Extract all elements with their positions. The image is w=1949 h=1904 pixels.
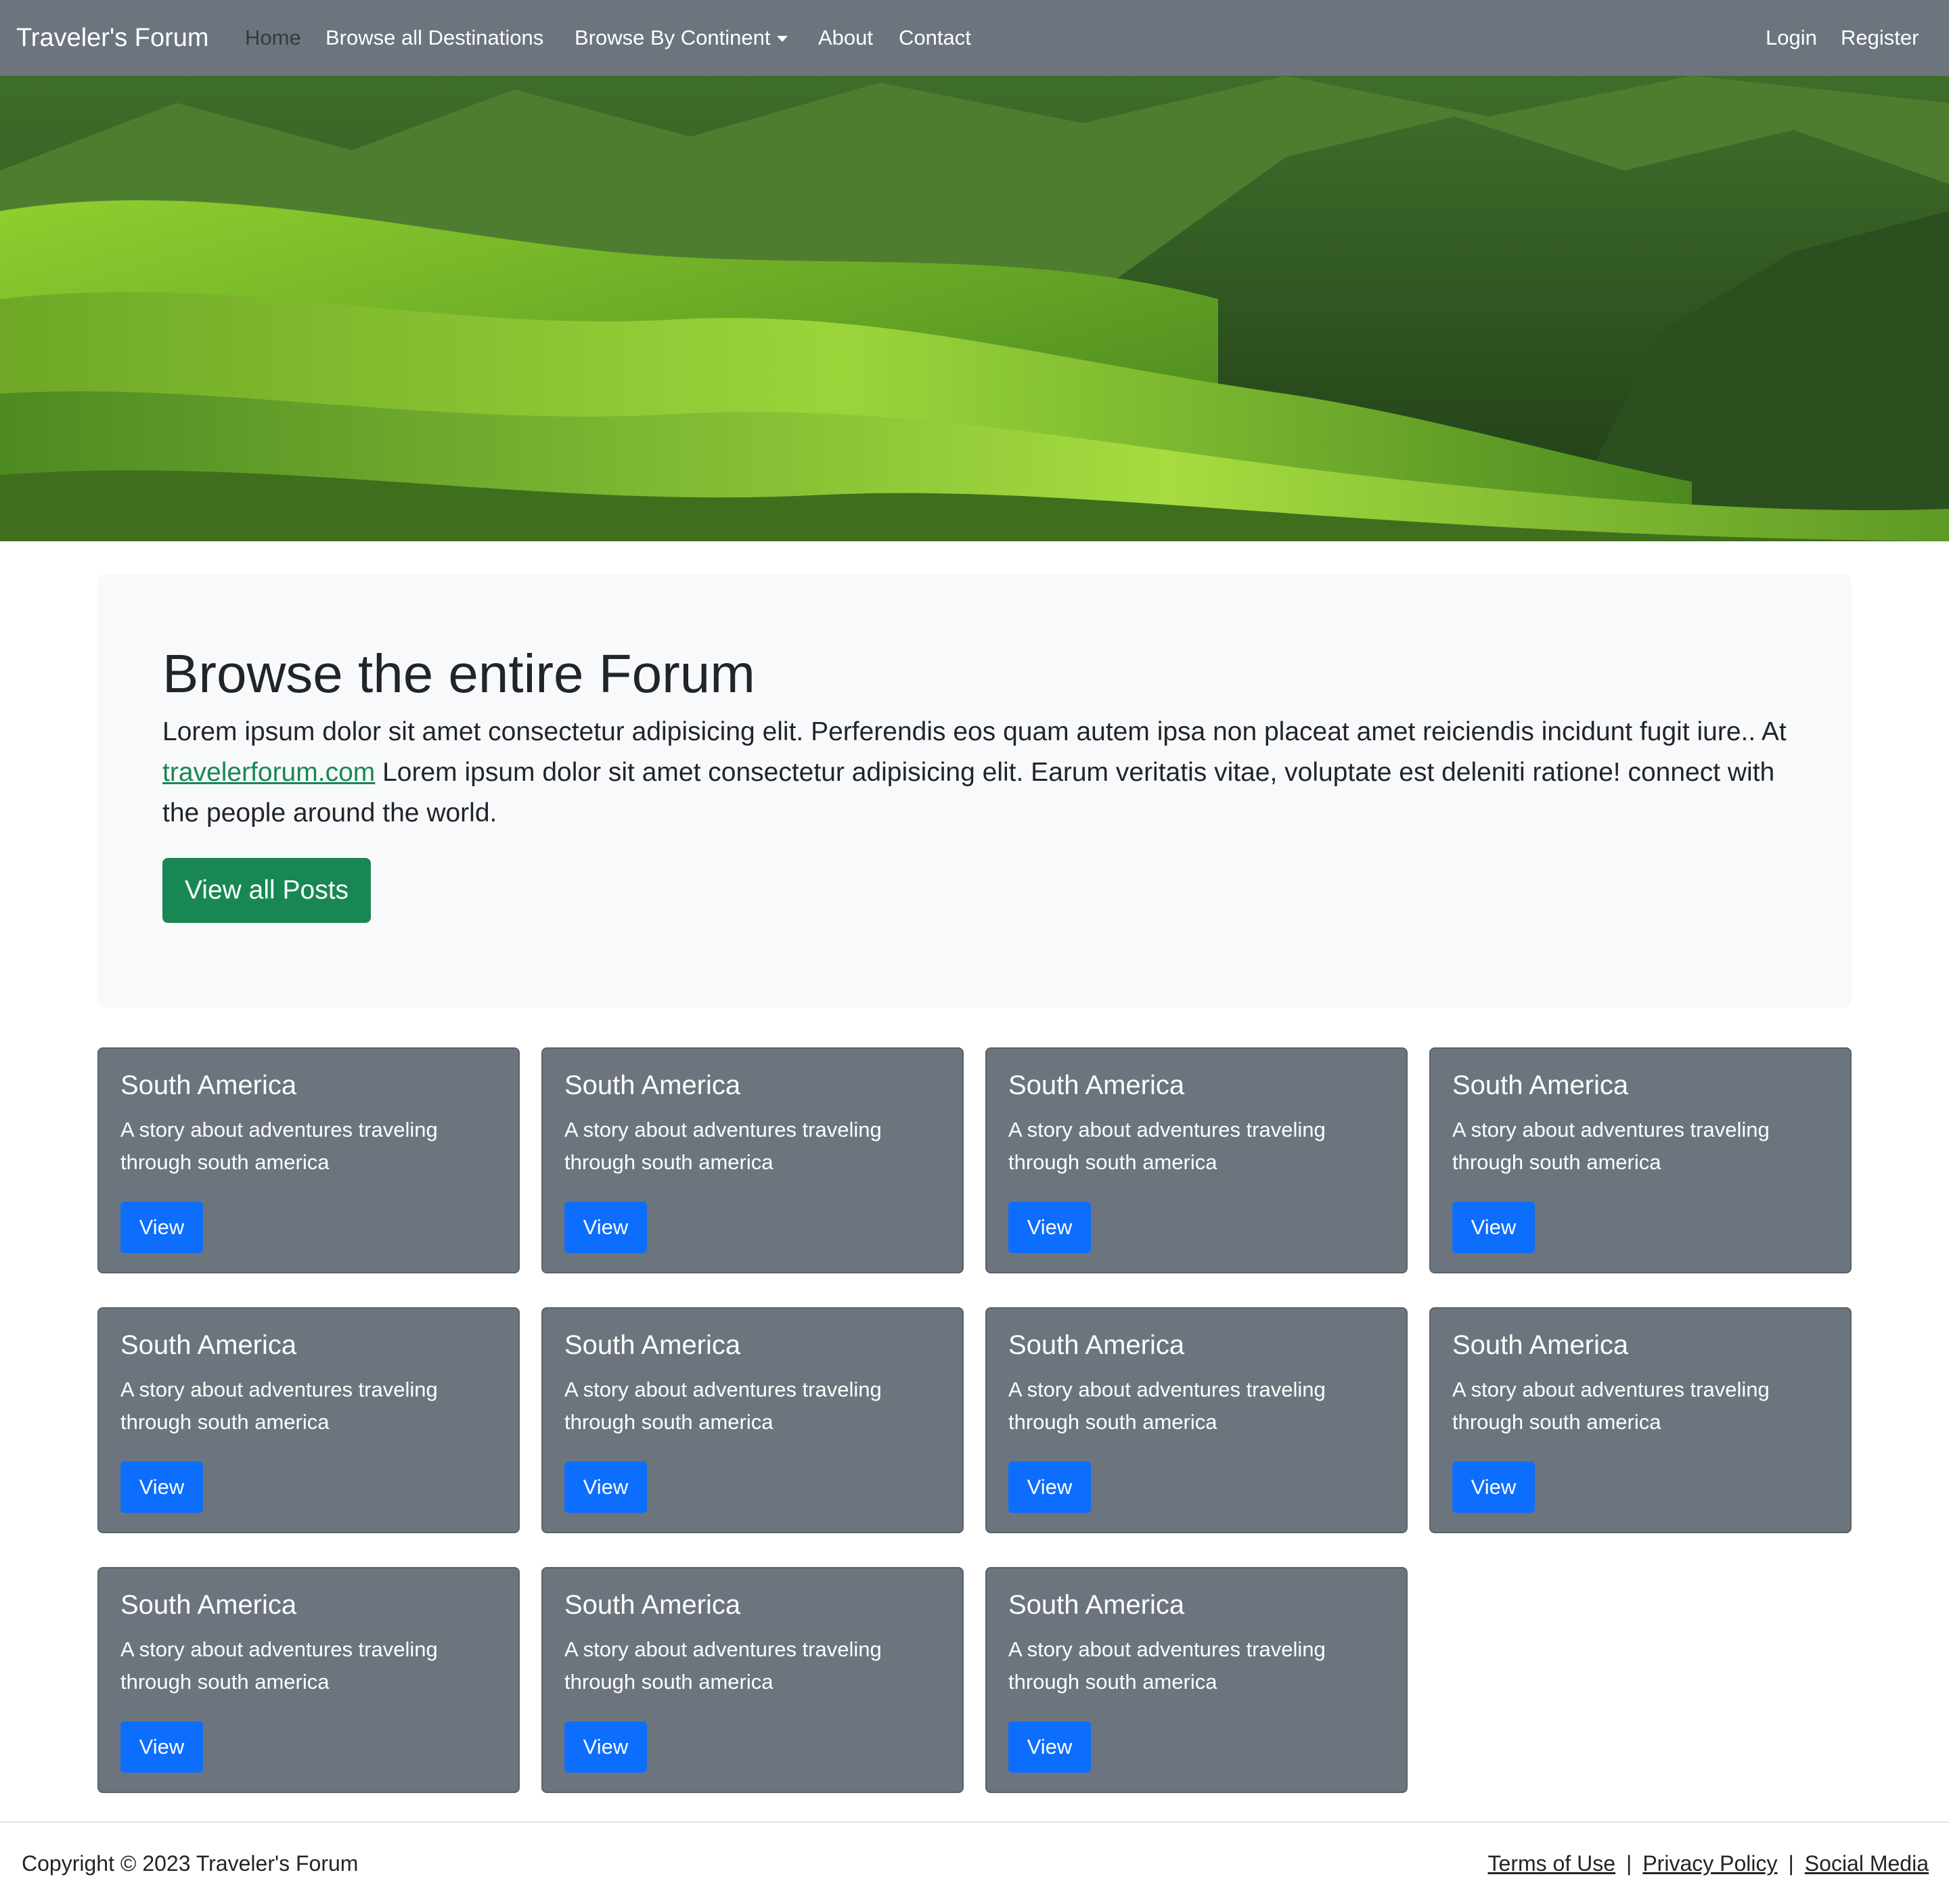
nav-contact[interactable]: Contact xyxy=(899,23,971,53)
card-text: A story about adventures traveling throu… xyxy=(120,1637,438,1694)
card-view-button[interactable]: View xyxy=(120,1202,203,1253)
card-text: A story about adventures traveling throu… xyxy=(1452,1118,1770,1174)
card-text: A story about adventures traveling throu… xyxy=(564,1118,882,1174)
card-title: South America xyxy=(564,1070,741,1100)
nav-login[interactable]: Login xyxy=(1766,23,1817,53)
terms-of-use-link[interactable]: Terms of Use xyxy=(1488,1851,1615,1876)
jumbotron-title: Browse the entire Forum xyxy=(162,643,755,704)
destination-card: South America A story about adventures t… xyxy=(97,1567,520,1793)
card-title: South America xyxy=(1008,1330,1185,1360)
jumbotron-text-intro: Lorem ipsum dolor sit amet consectetur a… xyxy=(162,717,1787,746)
social-media-link[interactable]: Social Media xyxy=(1805,1851,1929,1876)
footer-separator: | xyxy=(1788,1851,1794,1876)
nav-home[interactable]: Home xyxy=(245,23,301,53)
nav-browse-by-continent[interactable]: Browse By Continent xyxy=(575,23,788,53)
destination-card: South America A story about adventures t… xyxy=(1429,1307,1852,1533)
card-view-button[interactable]: View xyxy=(120,1721,203,1773)
card-text: A story about adventures traveling throu… xyxy=(564,1378,882,1434)
jumbotron: Browse the entire Forum Lorem ipsum dolo… xyxy=(97,574,1852,1008)
card-view-button[interactable]: View xyxy=(120,1461,203,1513)
nav-browse-by-continent-label: Browse By Continent xyxy=(575,26,771,49)
card-text: A story about adventures traveling throu… xyxy=(1008,1378,1326,1434)
jumbotron-text: Lorem ipsum dolor sit amet consectetur a… xyxy=(162,712,1793,834)
destination-card: South America A story about adventures t… xyxy=(541,1307,964,1533)
destination-card: South America A story about adventures t… xyxy=(541,1047,964,1273)
destination-card: South America A story about adventures t… xyxy=(985,1047,1408,1273)
footer-links: Terms of Use | Privacy Policy | Social Media xyxy=(1488,1849,1929,1878)
card-text: A story about adventures traveling throu… xyxy=(1452,1378,1770,1434)
card-title: South America xyxy=(1452,1330,1629,1360)
destination-card: South America A story about adventures t… xyxy=(97,1307,520,1533)
card-view-button[interactable]: View xyxy=(1008,1721,1091,1773)
destination-card: South America A story about adventures t… xyxy=(985,1567,1408,1793)
view-all-posts-button[interactable]: View all Posts xyxy=(162,858,371,923)
destination-card: South America A story about adventures t… xyxy=(985,1307,1408,1533)
card-title: South America xyxy=(120,1070,297,1100)
card-view-button[interactable]: View xyxy=(1452,1461,1535,1513)
footer: Copyright © 2023 Traveler's Forum Terms … xyxy=(0,1821,1949,1904)
chevron-down-icon xyxy=(777,36,788,43)
destination-card: South America A story about adventures t… xyxy=(97,1047,520,1273)
jumbotron-text-outro: Lorem ipsum dolor sit amet consectetur a… xyxy=(162,758,1775,828)
card-view-button[interactable]: View xyxy=(1452,1202,1535,1253)
card-text: A story about adventures traveling throu… xyxy=(120,1118,438,1174)
brand-link[interactable]: Traveler's Forum xyxy=(16,20,209,55)
card-view-button[interactable]: View xyxy=(564,1461,647,1513)
hero-image xyxy=(0,76,1949,541)
card-view-button[interactable]: View xyxy=(1008,1461,1091,1513)
card-title: South America xyxy=(564,1590,741,1620)
nav-browse-destinations[interactable]: Browse all Destinations xyxy=(326,23,543,53)
card-title: South America xyxy=(1452,1070,1629,1100)
card-view-button[interactable]: View xyxy=(1008,1202,1091,1253)
card-title: South America xyxy=(120,1330,297,1360)
privacy-policy-link[interactable]: Privacy Policy xyxy=(1642,1851,1777,1876)
card-text: A story about adventures traveling throu… xyxy=(1008,1118,1326,1174)
card-text: A story about adventures traveling throu… xyxy=(564,1637,882,1694)
nav-about[interactable]: About xyxy=(818,23,873,53)
card-title: South America xyxy=(1008,1590,1185,1620)
nav-register[interactable]: Register xyxy=(1841,23,1919,53)
destination-card: South America A story about adventures t… xyxy=(541,1567,964,1793)
card-text: A story about adventures traveling throu… xyxy=(1008,1637,1326,1694)
card-title: South America xyxy=(120,1590,297,1620)
navbar: Traveler's Forum Home Browse all Destina… xyxy=(0,0,1949,76)
travelerforum-link[interactable]: travelerforum.com xyxy=(162,758,375,787)
card-title: South America xyxy=(1008,1070,1185,1100)
card-view-button[interactable]: View xyxy=(564,1721,647,1773)
destination-card: South America A story about adventures t… xyxy=(1429,1047,1852,1273)
footer-separator: | xyxy=(1626,1851,1632,1876)
hills-landscape-image xyxy=(0,76,1949,541)
copyright-text: Copyright © 2023 Traveler's Forum xyxy=(22,1851,359,1876)
card-view-button[interactable]: View xyxy=(564,1202,647,1253)
card-text: A story about adventures traveling throu… xyxy=(120,1378,438,1434)
card-title: South America xyxy=(564,1330,741,1360)
